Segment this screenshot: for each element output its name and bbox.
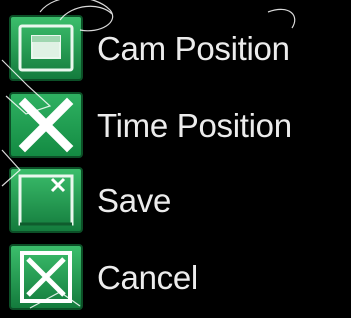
menu-item-time-position[interactable]: Time Position (0, 91, 351, 161)
menu-item-label: Cam Position (97, 30, 290, 67)
menu-item-label: Time Position (97, 107, 292, 144)
camera-position-icon (8, 14, 84, 82)
save-window-icon (8, 166, 84, 234)
menu-item-label: Save (97, 182, 172, 219)
x-icon (8, 91, 84, 159)
cancel-box-icon (8, 243, 84, 311)
context-menu: Cam Position Time Position Save Cancel (0, 0, 351, 318)
menu-item-cancel[interactable]: Cancel (0, 243, 351, 313)
menu-item-cam-position[interactable]: Cam Position (0, 14, 351, 84)
menu-item-label: Cancel (97, 259, 198, 296)
menu-item-save[interactable]: Save (0, 166, 351, 236)
